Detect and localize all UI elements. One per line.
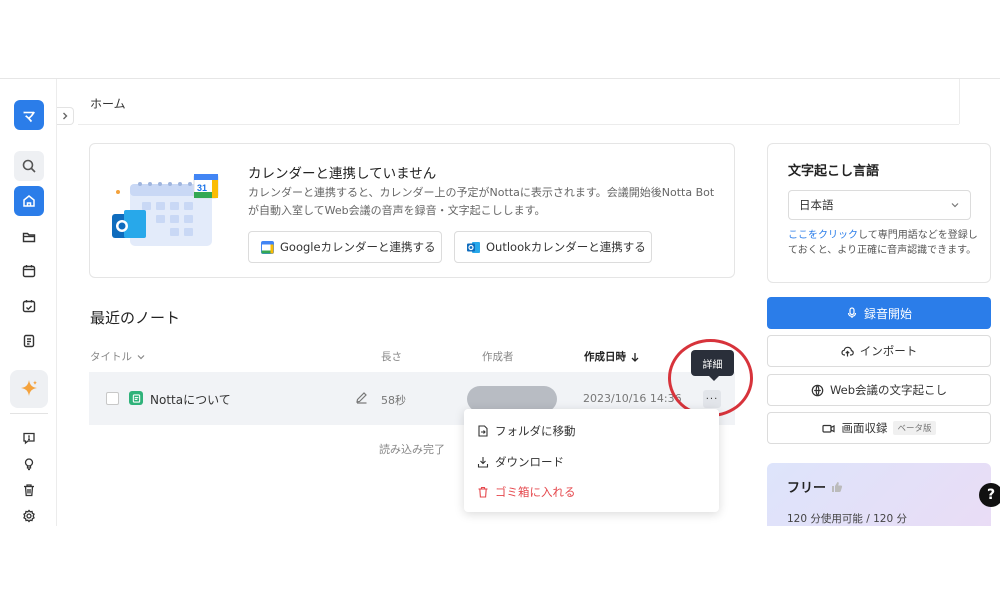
video-camera-icon: [822, 424, 836, 433]
menu-item-download-label: ダウンロード: [495, 455, 564, 469]
plan-name: フリー: [787, 477, 843, 496]
language-hint: ここをクリックして専門用語などを登録しておくと、より正確に音声認識できます。: [788, 228, 978, 258]
column-header-date-label: 作成日時: [584, 351, 626, 363]
row-checkbox[interactable]: [106, 392, 119, 405]
calendar-card-title: カレンダーと連携していません: [248, 166, 437, 182]
sidebar-item-calendar[interactable]: [14, 256, 44, 286]
gear-icon: [23, 509, 35, 523]
loading-status: 読み込み完了: [379, 443, 445, 456]
column-header-title[interactable]: タイトル: [90, 349, 146, 364]
context-menu: フォルダに移動 ダウンロード ゴミ箱に入れる: [464, 409, 719, 512]
svg-text:31: 31: [197, 183, 207, 193]
right-edge-panel: [958, 79, 1000, 124]
sidebar-item-ai[interactable]: [10, 370, 48, 408]
sidebar-item-notes[interactable]: [14, 326, 44, 356]
custom-vocabulary-link[interactable]: ここをクリック: [788, 230, 858, 241]
folder-icon: [22, 232, 36, 243]
note-date: 2023/10/16 14:36: [583, 392, 682, 405]
search-icon: [22, 159, 36, 173]
plan-usage: 120 分使用可能 / 120 分: [787, 513, 907, 525]
lightbulb-icon: [24, 458, 34, 471]
connect-outlook-calendar-button[interactable]: Outlookカレンダーと連携する: [454, 231, 652, 263]
bot-icon: [811, 384, 824, 396]
note-length: 58秒: [381, 394, 406, 407]
start-recording-button[interactable]: 録音開始: [767, 297, 991, 329]
connect-google-calendar-button[interactable]: Googleカレンダーと連携する: [248, 231, 442, 263]
language-card-title: 文字起こし言語: [788, 164, 880, 179]
note-icon: [129, 391, 143, 405]
chevron-right-icon: [63, 112, 68, 120]
sidebar-toggle-button[interactable]: [57, 107, 74, 125]
connect-google-calendar-label: Googleカレンダーと連携する: [280, 240, 436, 254]
menu-item-move-to-trash[interactable]: ゴミ箱に入れる: [477, 484, 576, 500]
sidebar-item-home[interactable]: [14, 186, 44, 216]
screen-record-button[interactable]: 画面収録 ベータ版: [767, 412, 991, 444]
sidebar-divider: [10, 413, 48, 414]
sidebar-item-settings[interactable]: [14, 501, 44, 526]
import-button[interactable]: インポート: [767, 335, 991, 367]
trash-icon: [478, 486, 488, 498]
help-button[interactable]: ?: [979, 483, 1000, 507]
arrow-down-icon: [631, 352, 639, 362]
plan-name-label: フリー: [787, 481, 827, 496]
outlook-icon: [467, 241, 480, 253]
calendar-card-description: カレンダーと連携すると、カレンダー上の予定がNottaに表示されます。会議開始後…: [248, 186, 715, 217]
recent-notes-title: 最近のノート: [90, 309, 181, 327]
column-header-length: 長さ: [381, 349, 402, 364]
column-header-author-label: 作成者: [482, 351, 514, 363]
folder-move-icon: [478, 425, 488, 437]
trash-icon: [24, 484, 34, 497]
menu-item-move-to-folder[interactable]: フォルダに移動: [477, 423, 576, 439]
sparkle-icon: [21, 380, 38, 396]
column-header-length-label: 長さ: [381, 351, 402, 363]
sidebar-item-search[interactable]: [14, 151, 44, 181]
clipboard-icon: [23, 334, 35, 348]
google-calendar-icon: [261, 240, 274, 254]
column-header-title-label: タイトル: [90, 351, 132, 363]
sidebar-item-folder[interactable]: [14, 222, 44, 252]
beta-badge: ベータ版: [893, 421, 936, 435]
cloud-upload-icon: [841, 346, 854, 356]
import-label: インポート: [859, 344, 918, 358]
sidebar: マ: [0, 79, 57, 526]
download-icon: [477, 457, 489, 468]
transcription-language-card: 文字起こし言語 日本語 ここをクリックして専門用語などを登録しておくと、より正確…: [767, 143, 991, 283]
web-meeting-transcription-button[interactable]: Web会議の文字起こし: [767, 374, 991, 406]
web-meeting-label: Web会議の文字起こし: [829, 383, 948, 397]
start-recording-label: 録音開始: [863, 306, 912, 321]
column-header-author: 作成者: [482, 349, 514, 364]
screen-record-label: 画面収録: [841, 421, 888, 435]
right-edge-divider: [959, 79, 960, 124]
calendar-integration-card: 31 カレンダーと連携していません カレンダーと連携すると、カレンダー上の予定が…: [89, 143, 735, 278]
plan-card: フリー 120 分使用可能 / 120 分: [767, 463, 991, 526]
calendar-check-icon: [22, 300, 36, 313]
feedback-icon: [23, 432, 35, 445]
home-icon: [23, 195, 35, 207]
column-header-date[interactable]: 作成日時: [584, 349, 640, 364]
menu-item-move-to-trash-label: ゴミ箱に入れる: [495, 485, 576, 499]
app-window: マ ホーム 31 カレンダーと連携していません カレンダーと連携すると、カレンダ…: [0, 78, 1000, 526]
calendar-illustration: 31: [112, 174, 219, 246]
chevron-down-icon: [137, 354, 145, 359]
calendar-icon: [22, 265, 36, 278]
microphone-icon: [847, 307, 857, 318]
workspace-logo[interactable]: マ: [14, 100, 44, 130]
breadcrumb: ホーム: [90, 97, 126, 111]
connect-outlook-calendar-label: Outlookカレンダーと連携する: [486, 240, 646, 254]
header-divider: [78, 124, 959, 125]
menu-item-move-to-folder-label: フォルダに移動: [495, 424, 576, 438]
menu-item-download[interactable]: ダウンロード: [477, 454, 564, 470]
highlight-circle: [668, 339, 753, 417]
note-title[interactable]: Nottaについて: [150, 391, 231, 408]
edit-icon[interactable]: [355, 391, 368, 404]
sidebar-item-schedule[interactable]: [14, 291, 44, 321]
language-select[interactable]: 日本語: [788, 190, 971, 220]
chevron-down-icon: [951, 203, 959, 208]
language-select-value: 日本語: [799, 198, 834, 212]
thumbs-up-icon: [832, 481, 843, 492]
